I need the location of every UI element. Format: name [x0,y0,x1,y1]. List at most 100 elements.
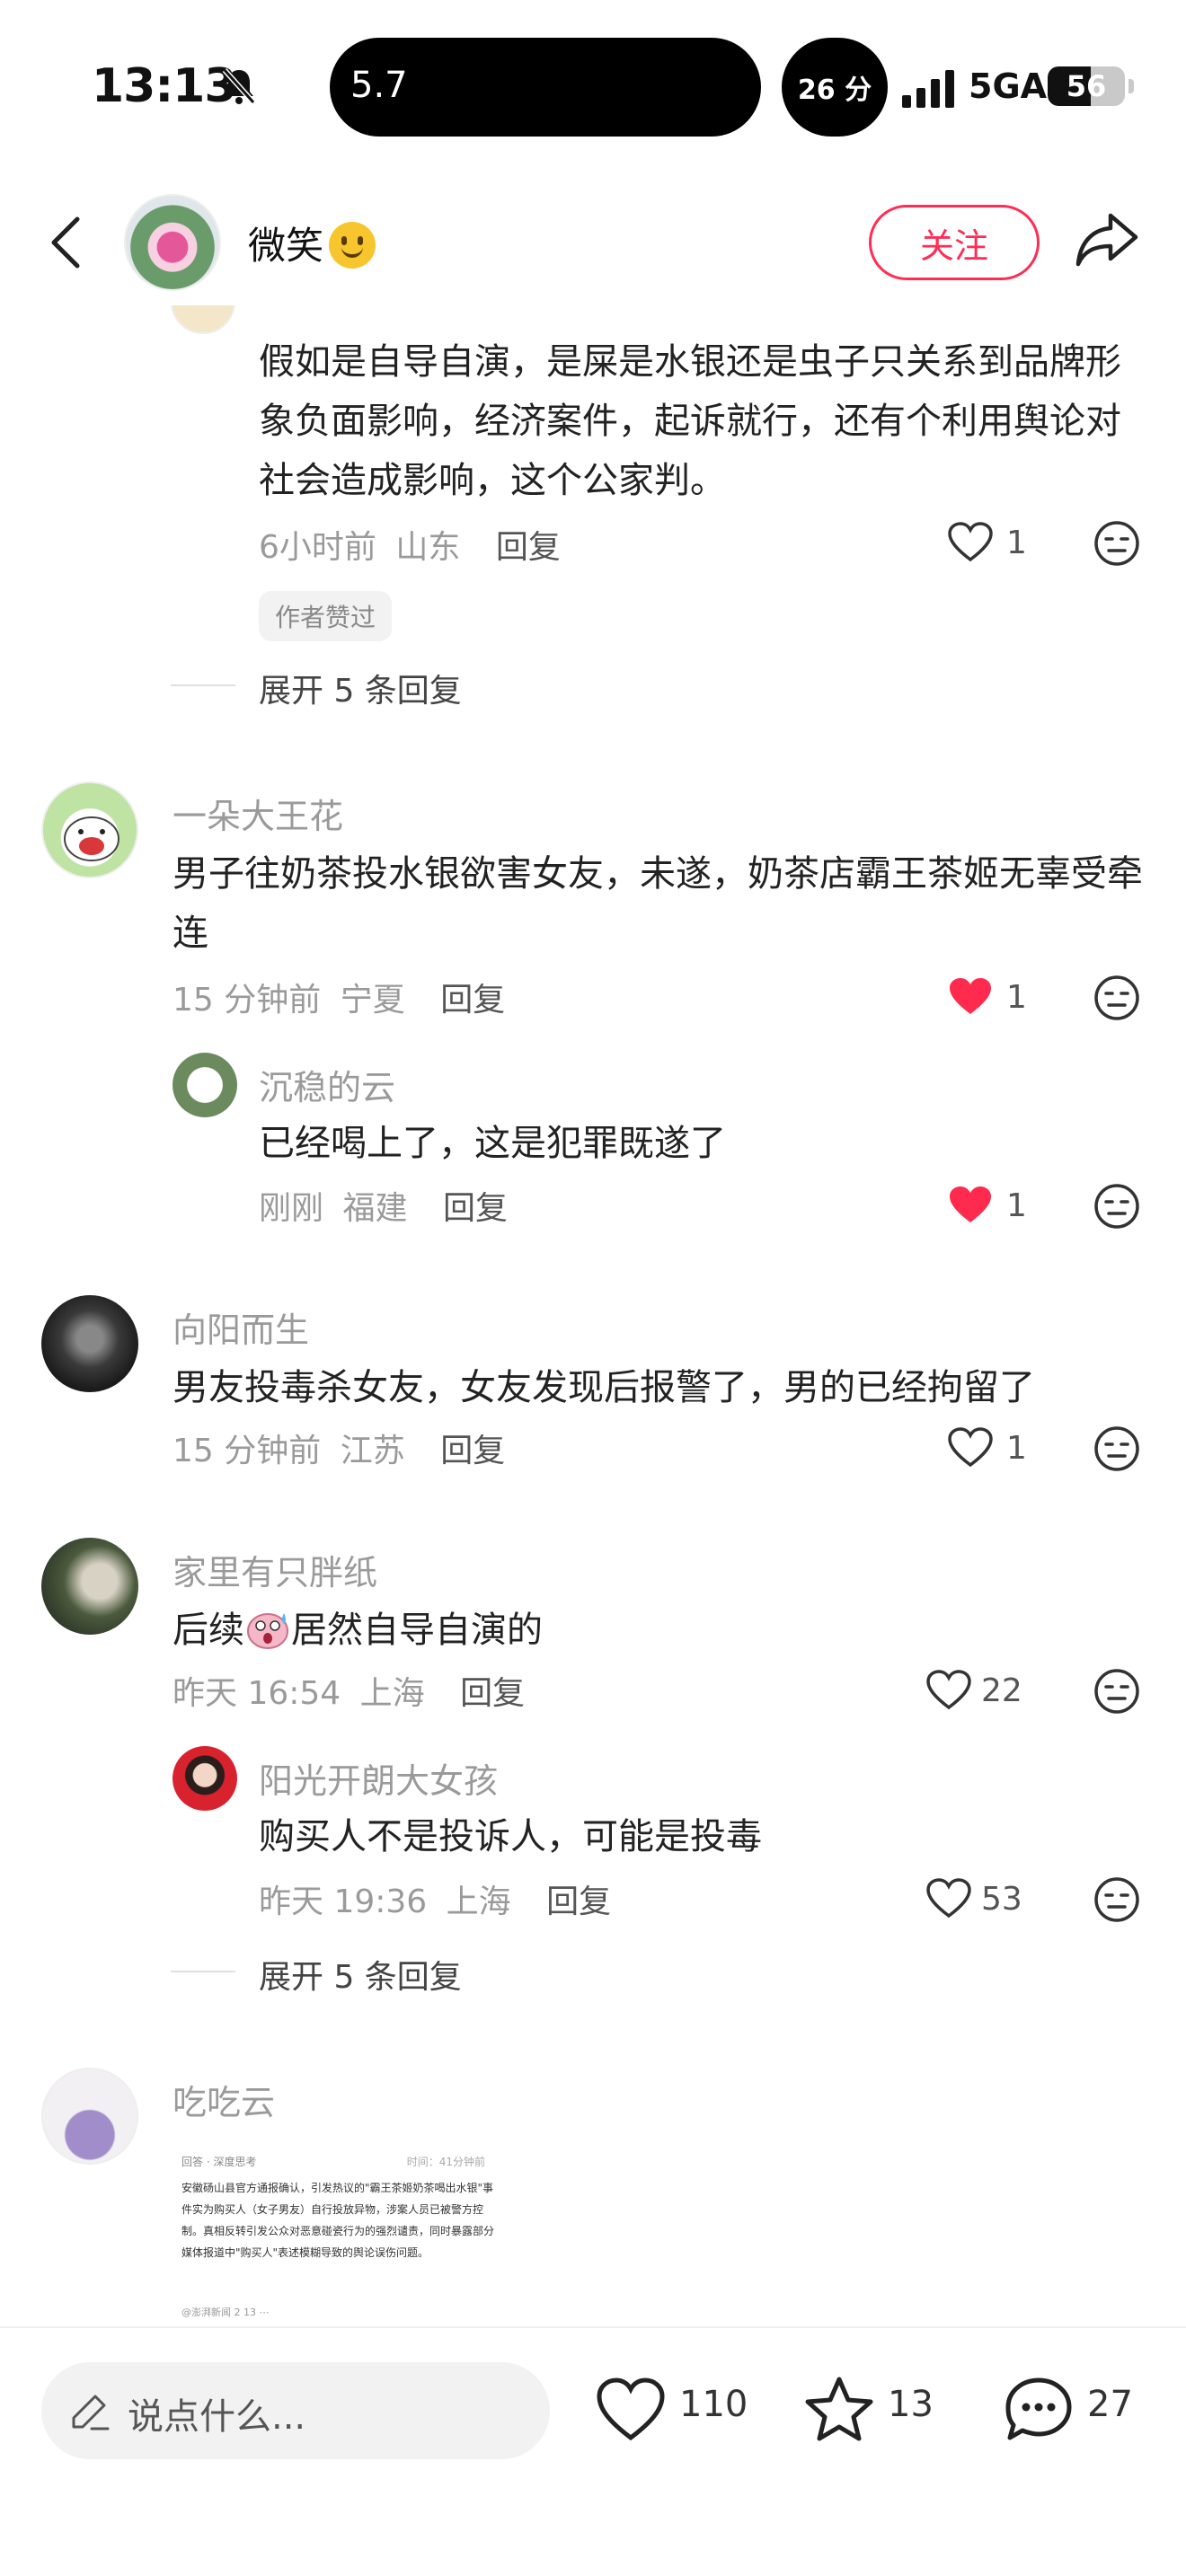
signal-icon [902,70,954,108]
comment-text: 购买人不是投诉人，可能是投毒 [259,1816,762,1857]
comment-text: 男子往奶茶投水银欲害女友，未遂，奶茶店霸王茶姬无辜受牵连 [173,853,1143,954]
post-comment-count: 27 [1087,2384,1133,2425]
author-name-wrap[interactable]: 微笑 [248,216,376,272]
heart-icon[interactable] [925,1877,972,1919]
battery-indicator: 56 [1048,66,1125,106]
commenter-name[interactable]: 一朵大王花 [173,789,343,838]
island-text: 5.7 [350,65,408,106]
star-icon[interactable] [803,2375,875,2443]
shocked-emoji-icon [247,1613,288,1649]
dislike-face-icon[interactable] [1093,1667,1141,1716]
author-liked-tag: 作者赞过 [259,591,393,641]
image-footer: @澎湃新闻 2 13 ⋯ [181,2307,270,2318]
reply-button[interactable]: 回复 [440,1433,505,1469]
follow-button[interactable]: 关注 [869,205,1040,280]
reply-button[interactable]: 回复 [440,982,505,1019]
network-type: 5GA [969,66,1048,106]
commenter-name[interactable]: 向阳而生 [173,1302,309,1352]
status-bar: 13:13 5.7 26 分 5GA 56 [0,0,1186,171]
pencil-icon [72,2395,110,2430]
share-icon[interactable] [1075,210,1139,269]
commenter-name[interactable]: 吃吃云 [173,2075,275,2124]
cat-avatar-icon [64,816,119,861]
comment-avatar[interactable] [41,2068,138,2165]
back-arrow-icon[interactable] [47,214,86,271]
comment-location: 上海 [359,1675,425,1712]
reply-avatar[interactable] [173,1746,237,1811]
reply-avatar[interactable] [173,1053,237,1117]
comment-text-wrap: 后续 居然自导自演的 [173,1601,1143,1660]
comment-meta: 昨天 16:54 上海 回复 [173,1667,525,1714]
comment-list: 假如是自导自演，是屎是水银还是虫子只关系到品牌形象负面影响，经济案件，起诉就行，… [0,305,1186,2326]
comment-time: 6小时前 [259,529,376,566]
comment-time: 昨天 19:36 [259,1883,428,1920]
comment-location: 宁夏 [340,982,405,1019]
comment-time: 昨天 16:54 [173,1675,341,1712]
reply-button[interactable]: 回复 [546,1883,611,1920]
like-count: 1 [1006,1187,1027,1224]
comment-time: 刚刚 [259,1190,324,1227]
dislike-face-icon[interactable] [1093,1425,1141,1473]
dislike-face-icon[interactable] [1093,974,1141,1022]
like-count: 1 [1006,525,1027,561]
comment-meta: 6小时前 山东 回复 [259,521,561,568]
input-placeholder: 说点什么... [128,2396,306,2438]
author-avatar[interactable] [124,194,221,291]
comment-text: 已经喝上了，这是犯罪既遂了 [259,1123,726,1164]
post-like-count: 110 [679,2384,748,2425]
comment-location: 福建 [342,1190,408,1227]
like-count: 22 [981,1672,1022,1709]
smile-emoji-icon [329,221,376,269]
comment-text-after: 居然自导自演的 [291,1610,543,1651]
comment-location: 江苏 [340,1433,405,1469]
like-count: 1 [1006,979,1027,1016]
dislike-face-icon[interactable] [1093,519,1141,568]
comment-avatar[interactable] [41,781,138,878]
comment-avatar[interactable] [171,305,235,334]
expand-replies-button[interactable]: 展开 5 条回复 [259,665,462,711]
comment-time: 15 分钟前 [173,982,322,1019]
comment-avatar[interactable] [41,1295,138,1392]
author-name: 微笑 [248,224,324,268]
status-time: 13:13 [92,59,237,113]
comment-text: 男友投毒杀女友，女友发现后报警了，男的已经拘留了 [173,1367,1035,1408]
image-body-text: 安徽砀山县官方通报确认，引发热议的"霸王茶姬奶茶喝出水银"事件实为购买人（女子男… [181,2182,495,2259]
commenter-name[interactable]: 家里有只胖纸 [173,1545,377,1594]
comment-meta: 昨天 19:36 上海 回复 [259,1875,611,1922]
comment-text: 假如是自导自演，是屎是水银还是虫子只关系到品牌形象负面影响，经济案件，起诉就行，… [259,341,1121,501]
battery-cap [1128,79,1134,93]
comment-input[interactable]: 说点什么... [41,2362,550,2459]
expand-replies-button[interactable]: 展开 5 条回复 [259,1951,462,1998]
comment-meta: 刚刚 福建 回复 [259,1182,508,1229]
dislike-face-icon[interactable] [1093,1875,1141,1924]
post-header: 微笑 关注 [0,180,1186,305]
heart-icon[interactable] [947,975,994,1017]
comment-bubble-icon[interactable] [1003,2375,1075,2443]
expand-divider [171,1971,235,1972]
dislike-face-icon[interactable] [1093,1182,1141,1231]
post-favorite-count: 13 [888,2384,934,2425]
heart-icon[interactable] [947,1426,994,1468]
reply-button[interactable]: 回复 [460,1675,525,1712]
expand-divider [171,684,235,686]
comment-image[interactable]: 回答 · 深度思考 时间：41分钟前 安徽砀山县官方通报确认，引发热议的"霸王茶… [176,2147,500,2326]
image-time-line: 时间：41分钟前 [406,2156,485,2168]
comment-meta: 15 分钟前 宁夏 回复 [173,974,505,1020]
heart-icon[interactable] [947,1184,994,1225]
heart-icon[interactable] [947,521,994,562]
bottom-action-bar: 说点什么... 110 13 27 [0,2326,1186,2576]
reply-button[interactable]: 回复 [496,529,561,566]
comment-text-before: 后续 [173,1610,244,1651]
commenter-name[interactable]: 沉稳的云 [259,1060,395,1109]
heart-icon[interactable] [925,1669,972,1710]
like-count: 1 [1006,1430,1027,1467]
commenter-name[interactable]: 阳光开朗大女孩 [259,1753,498,1803]
reply-button[interactable]: 回复 [443,1190,508,1227]
comment-location: 山东 [395,529,461,566]
comment-time: 15 分钟前 [173,1433,322,1469]
comment-location: 上海 [446,1883,511,1920]
image-source-line: 回答 · 深度思考 [181,2156,257,2168]
comment-avatar[interactable] [41,1538,138,1635]
heart-icon[interactable] [595,2375,667,2443]
bell-slash-icon [222,68,256,104]
